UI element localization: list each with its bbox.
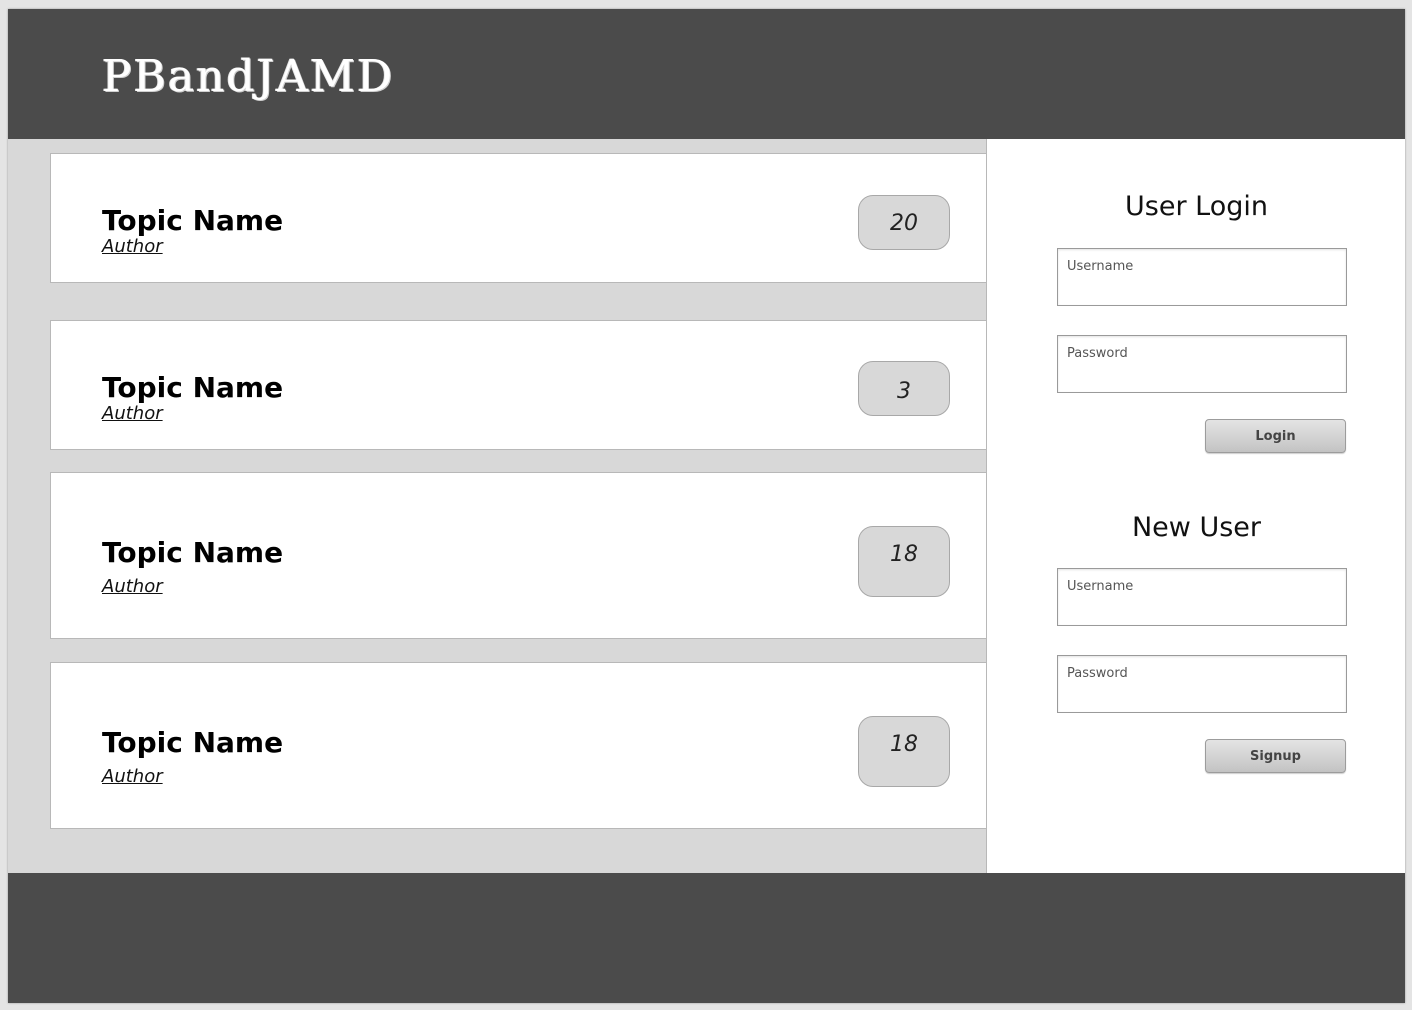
reply-count-badge: 18 bbox=[858, 716, 950, 787]
signup-button[interactable]: Signup bbox=[1205, 739, 1346, 773]
signup-password-input[interactable] bbox=[1058, 656, 1346, 712]
auth-sidebar: User Login Login New User Signup bbox=[986, 139, 1405, 873]
signup-username-input[interactable] bbox=[1058, 569, 1346, 625]
page-frame: PBandJAMD Topic Name Author 20 Topic Nam… bbox=[8, 9, 1405, 1003]
topic-author-link[interactable]: Author bbox=[102, 236, 163, 257]
site-footer bbox=[8, 873, 1405, 1003]
topic-card[interactable]: Topic Name Author 18 bbox=[50, 662, 986, 829]
topic-title[interactable]: Topic Name bbox=[102, 726, 283, 759]
signup-username-field[interactable] bbox=[1057, 568, 1347, 626]
signup-password-field[interactable] bbox=[1057, 655, 1347, 713]
login-password-field[interactable] bbox=[1057, 335, 1347, 393]
topic-author-link[interactable]: Author bbox=[102, 576, 163, 597]
login-username-field[interactable] bbox=[1057, 248, 1347, 306]
topic-list: Topic Name Author 20 Topic Name Author 3… bbox=[8, 139, 986, 873]
reply-count-badge: 20 bbox=[858, 195, 950, 250]
login-heading: User Login bbox=[1125, 191, 1268, 222]
new-user-heading: New User bbox=[1131, 512, 1261, 543]
topic-card[interactable]: Topic Name Author 20 bbox=[50, 153, 986, 283]
reply-count-badge: 18 bbox=[858, 526, 950, 597]
site-header: PBandJAMD bbox=[8, 9, 1405, 139]
topic-title[interactable]: Topic Name bbox=[102, 204, 283, 237]
reply-count-badge: 3 bbox=[858, 361, 950, 416]
topic-author-link[interactable]: Author bbox=[102, 766, 163, 787]
topic-card[interactable]: Topic Name Author 18 bbox=[50, 472, 986, 639]
login-button[interactable]: Login bbox=[1205, 419, 1346, 453]
topic-author-link[interactable]: Author bbox=[102, 403, 163, 424]
site-logo[interactable]: PBandJAMD bbox=[102, 51, 394, 102]
login-username-input[interactable] bbox=[1058, 249, 1346, 305]
topic-card[interactable]: Topic Name Author 3 bbox=[50, 320, 986, 450]
login-password-input[interactable] bbox=[1058, 336, 1346, 392]
topic-title[interactable]: Topic Name bbox=[102, 371, 283, 404]
topic-title[interactable]: Topic Name bbox=[102, 536, 283, 569]
